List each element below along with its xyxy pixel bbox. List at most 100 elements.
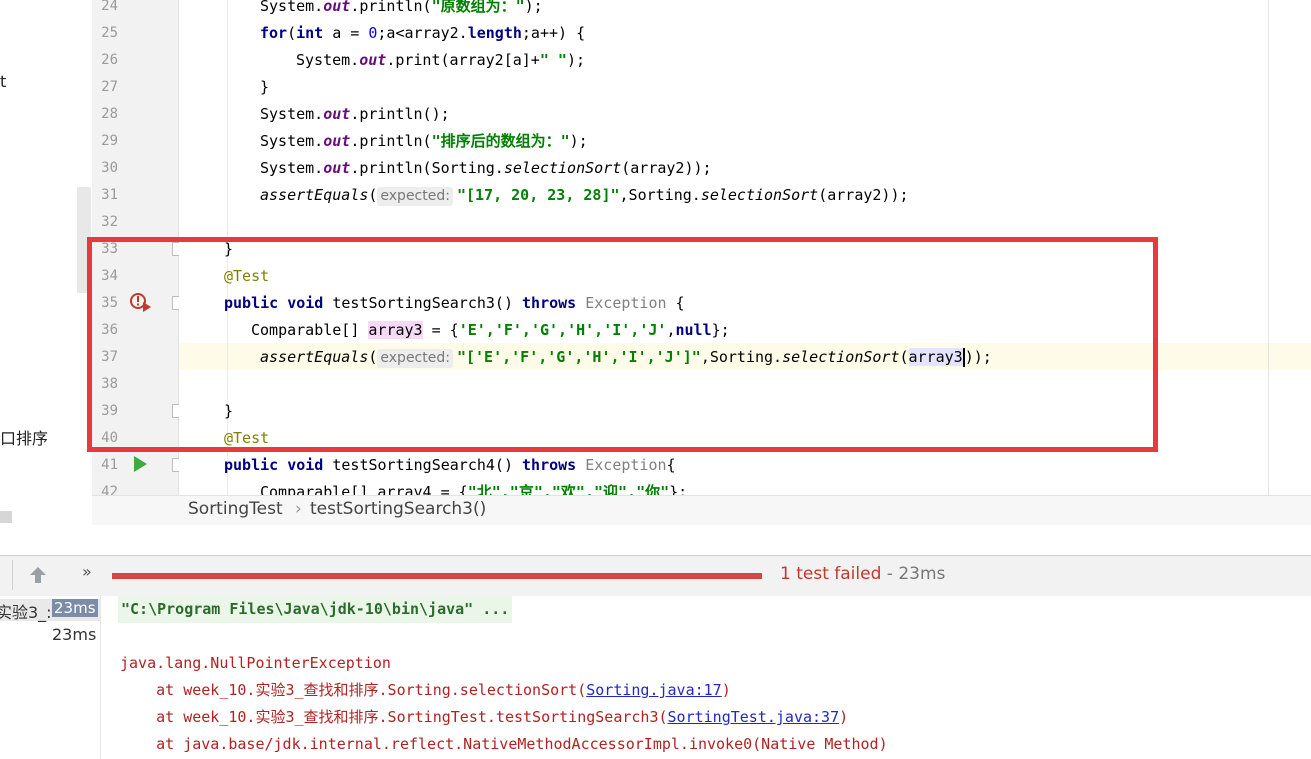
code-token: ( (368, 186, 378, 204)
code-line-28[interactable]: System.out.println(); (260, 101, 450, 128)
more-chevrons-icon[interactable]: » (82, 562, 92, 581)
code-token: } (260, 78, 270, 96)
code-string: "[17, 20, 23, 28]" (456, 186, 620, 204)
stack-source-link[interactable]: Sorting.java:17 (586, 681, 721, 699)
line-number: 28 (101, 106, 118, 122)
project-tree-fragment[interactable]: t (0, 72, 6, 91)
run-toolbar: » 1 test failed - 23ms (0, 555, 1311, 597)
console-output[interactable]: "C:\Program Files\Java\jdk-10\bin\java" … (101, 596, 1311, 759)
stack-line-text: ) (839, 708, 849, 726)
code-token: System. (260, 105, 324, 123)
code-line-30[interactable]: System.out.println(Sorting.selectionSort… (260, 155, 712, 182)
test-progress-bar (112, 573, 762, 579)
breadcrumb-separator: › (295, 499, 302, 519)
line-number: 29 (101, 133, 118, 149)
test-tree-row-time[interactable]: 23ms (52, 625, 96, 644)
code-string: "原数组为：" (431, 0, 525, 15)
code-token: ); (569, 132, 588, 150)
panel-splitter[interactable] (0, 525, 1311, 555)
breadcrumb-method[interactable]: testSortingSearch3() (310, 499, 486, 519)
parameter-hint: expected: (377, 187, 453, 206)
console-command: "C:\Program Files\Java\jdk-10\bin\java" … (118, 596, 513, 623)
code-token: a = (323, 24, 369, 42)
console-stack-line: at week_10.实验3_查找和排序.Sorting.selectionSo… (120, 677, 731, 704)
line-number: 31 (101, 187, 118, 203)
code-token: (array2)); (818, 186, 909, 204)
code-token: .println( (350, 132, 432, 150)
code-token: testSortingSearch4() (323, 456, 523, 474)
editor-scrollbar-track[interactable] (1268, 0, 1269, 495)
code-token: System. (296, 51, 360, 69)
line-number: 27 (101, 79, 118, 95)
project-panel-scrollbar[interactable] (0, 511, 12, 523)
test-results-tree: 实验3_: 23ms 23ms (0, 596, 101, 759)
code-token: out (323, 159, 351, 177)
line-number: 41 (101, 457, 118, 473)
stack-line-text: at week_10.实验3_查找和排序.Sorting.selectionSo… (120, 681, 587, 699)
code-token: ;a<array2. (377, 24, 468, 42)
code-token: out (323, 0, 351, 15)
code-line-26[interactable]: System.out.print(array2[a]+" "); (296, 47, 585, 74)
code-keyword: length (467, 24, 522, 42)
code-keyword: public (224, 456, 279, 474)
code-line-25[interactable]: for(int a = 0;a<array2.length;a++) { (260, 20, 585, 47)
code-line-41[interactable]: public void testSortingSearch4() throws … (224, 452, 676, 479)
line-number: 25 (101, 25, 118, 41)
code-keyword: for (260, 24, 288, 42)
breadcrumb: SortingTest › testSortingSearch3() (92, 495, 1311, 526)
code-method: selectionSort (503, 159, 622, 177)
test-status-label: 1 test failed (780, 564, 882, 584)
test-status-time: - 23ms (881, 564, 946, 584)
code-token: .println(); (350, 105, 450, 123)
test-tree-row-name: 实验3_: (0, 603, 52, 622)
code-token: System. (260, 159, 324, 177)
code-token: out (323, 105, 351, 123)
code-keyword: void (287, 456, 324, 474)
console-stack-line: at week_10.实验3_查找和排序.SortingTest.testSor… (120, 704, 848, 731)
code-token: System. (260, 0, 324, 15)
code-token: .println(Sorting. (350, 159, 504, 177)
code-method: assertEquals (260, 186, 369, 204)
code-token: .print(array2[a]+ (386, 51, 540, 69)
code-keyword: throws (522, 456, 577, 474)
code-token: out (323, 132, 351, 150)
code-token: .println( (350, 0, 432, 15)
code-token: ); (566, 51, 585, 69)
code-type: Exception (585, 456, 667, 474)
line-number: 24 (101, 0, 118, 14)
code-token: ;a++) { (521, 24, 586, 42)
code-token: ( (287, 24, 297, 42)
project-panel: t 口排序 (0, 0, 93, 524)
code-token: { (666, 456, 676, 474)
stack-line-text: ) (721, 681, 731, 699)
highlight-annotation-box (87, 237, 1158, 452)
stack-source-link[interactable]: SortingTest.java:37 (668, 708, 840, 726)
code-line-31[interactable]: assertEquals(expected: "[17, 20, 23, 28]"… (260, 182, 909, 209)
breadcrumb-class[interactable]: SortingTest (188, 499, 283, 519)
line-number: 26 (101, 52, 118, 68)
code-token: out (359, 51, 387, 69)
code-line-24[interactable]: System.out.println("原数组为："); (260, 0, 543, 20)
stack-line-text: at week_10.实验3_查找和排序.SortingTest.testSor… (120, 708, 668, 726)
console-exception: java.lang.NullPointerException (120, 654, 391, 672)
code-token: ); (524, 0, 543, 15)
project-tree-fragment[interactable]: 口排序 (0, 425, 48, 449)
code-keyword: int (296, 24, 324, 42)
code-method: selectionSort (700, 186, 819, 204)
code-line-29[interactable]: System.out.println("排序后的数组为："); (260, 128, 588, 155)
code-token: (array2)); (621, 159, 712, 177)
run-test-icon[interactable] (132, 455, 148, 473)
test-status: 1 test failed - 23ms (780, 564, 945, 584)
test-tree-row-time: 23ms (52, 599, 98, 617)
toolbar-divider (12, 560, 13, 590)
test-tree-row[interactable]: 实验3_: 23ms (0, 599, 100, 622)
code-string: "排序后的数组为：" (431, 132, 570, 150)
line-number: 30 (101, 160, 118, 176)
console-stack-line: at java.base/jdk.internal.reflect.Native… (120, 735, 888, 753)
code-token: ,Sorting. (619, 186, 701, 204)
code-token: System. (260, 132, 324, 150)
rerun-up-icon[interactable] (28, 565, 48, 585)
code-line-27[interactable]: } (260, 74, 269, 101)
code-string: " " (539, 51, 567, 69)
line-number: 32 (101, 214, 118, 230)
